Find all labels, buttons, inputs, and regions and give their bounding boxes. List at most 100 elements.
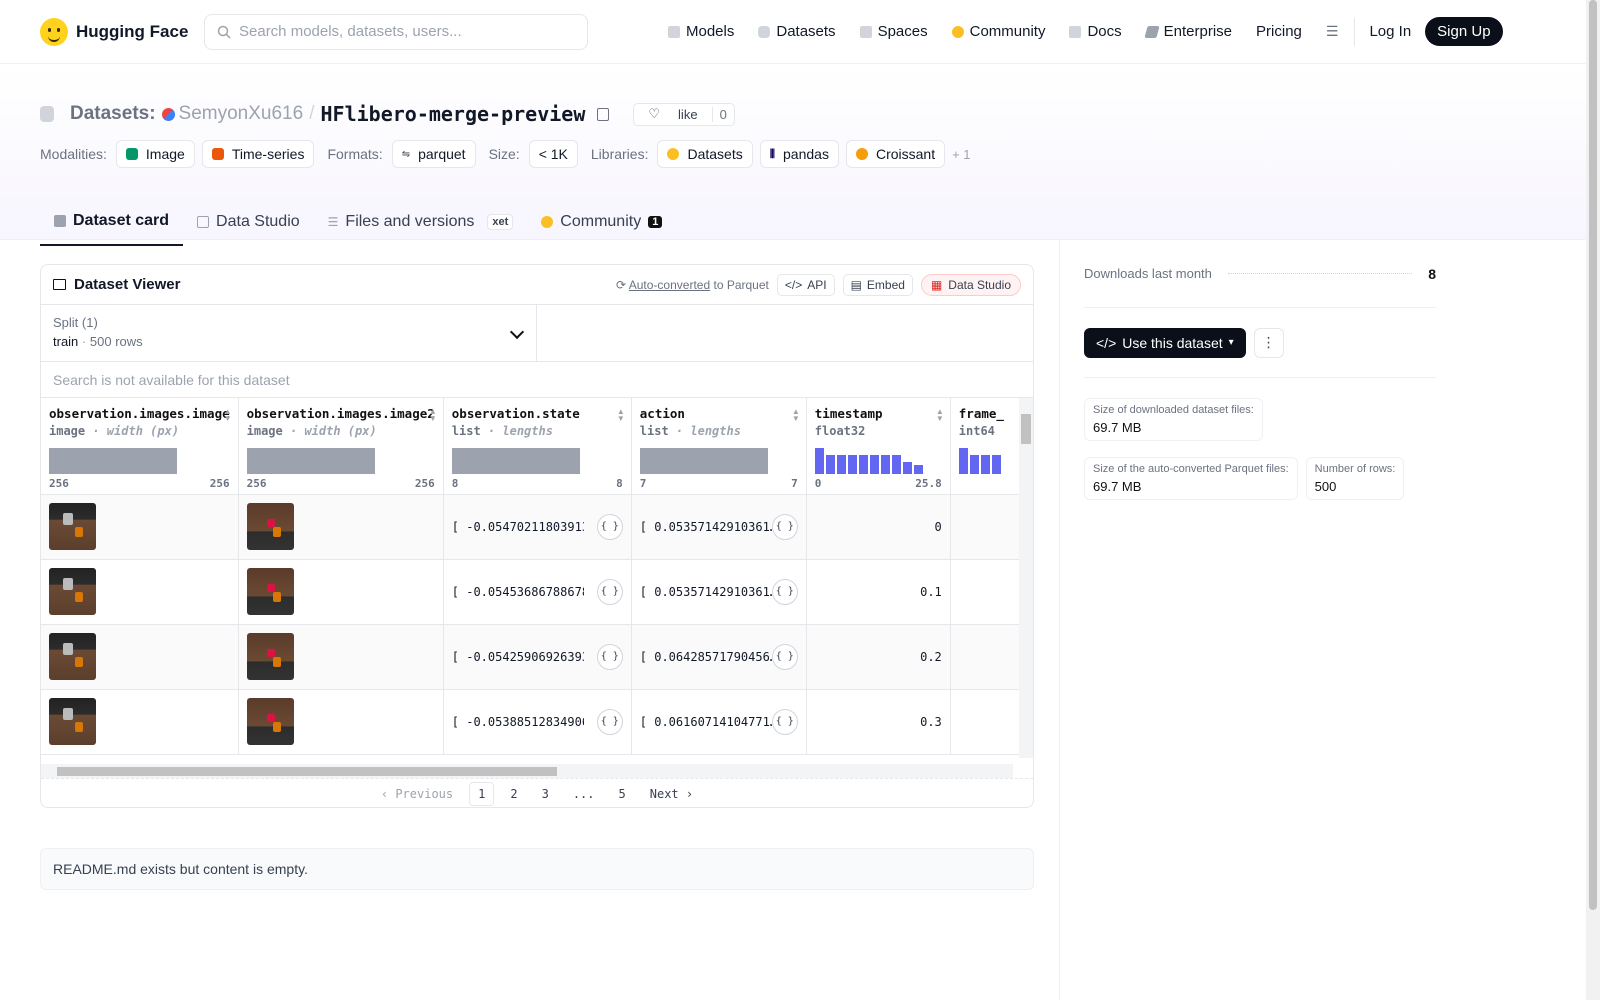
more-tags[interactable]: + 1 [952, 147, 970, 162]
histogram-bar [825, 454, 835, 474]
tag-image[interactable]: Image [115, 140, 195, 168]
tag-croissant[interactable]: Croissant [845, 140, 946, 168]
page-button[interactable]: 3 [534, 783, 557, 805]
tab-dataset-card[interactable]: Dataset card [40, 198, 184, 246]
scrollbar-thumb[interactable] [1021, 414, 1031, 444]
tab-community[interactable]: Community 1 [527, 198, 676, 246]
json-expand-icon[interactable]: { } [771, 643, 798, 670]
hug-icon [951, 25, 964, 38]
page-button[interactable]: 2 [502, 783, 525, 805]
next-page-button[interactable]: Next › [642, 783, 701, 805]
histogram-bar [814, 447, 824, 474]
api-button[interactable]: </> API [776, 273, 835, 296]
nav-docs[interactable]: Docs [1057, 23, 1133, 40]
nav-enterprise[interactable]: Enterprise [1134, 23, 1244, 40]
image-thumbnail[interactable] [49, 568, 96, 615]
building-icon [1144, 25, 1160, 38]
json-expand-icon[interactable]: { } [771, 708, 798, 735]
json-expand-icon[interactable]: { } [596, 643, 623, 670]
table-row[interactable]: [ -0.054259069263935… { } [ 0.06428571790… [41, 624, 1031, 690]
downloads-value: 8 [1428, 265, 1436, 282]
column-header[interactable]: observation.images.image image · width (p… [41, 398, 239, 495]
image-thumbnail[interactable] [246, 633, 294, 680]
json-expand-icon[interactable]: { } [596, 578, 623, 605]
copy-icon[interactable] [597, 107, 610, 121]
histogram-bar [639, 447, 768, 474]
range-min: 256 [49, 476, 69, 490]
sort-icon[interactable]: ▲ ▼ [429, 408, 437, 423]
image-thumbnail[interactable] [49, 633, 96, 680]
histogram-bar [847, 454, 857, 474]
json-expand-icon[interactable]: { } [771, 513, 798, 540]
image-thumbnail[interactable] [49, 503, 96, 550]
repo-name[interactable]: HFlibero-merge-preview [320, 102, 585, 126]
tag-image-label: Image [145, 146, 185, 162]
scrollbar-thumb[interactable] [57, 767, 557, 776]
nav-models[interactable]: Models [656, 23, 746, 40]
size-parquet-label: Size of the auto-converted Parquet files… [1093, 463, 1289, 475]
column-header[interactable]: timestamp float32 ▲ ▼ 0 25.8 [806, 398, 951, 495]
brand[interactable]: Hugging Face [40, 17, 204, 46]
data-studio-button[interactable]: ▦ Data Studio [920, 273, 1021, 296]
histogram-bar [969, 454, 979, 474]
tag-parquet[interactable]: ⇋ parquet [391, 140, 476, 168]
signup-button[interactable]: Sign Up [1425, 17, 1503, 46]
search-input[interactable]: Search models, datasets, users... [204, 13, 588, 50]
sort-icon[interactable]: ▲ ▼ [617, 408, 625, 423]
auto-converted-note[interactable]: ⟳ Auto-converted to Parquet [616, 278, 769, 292]
split-selector[interactable]: Split (1) train · 500 rows [41, 305, 537, 361]
more-options-icon[interactable]: ⋮ [1253, 327, 1284, 358]
horizontal-scrollbar[interactable] [41, 764, 1013, 778]
sort-icon[interactable]: ▲ ▼ [792, 408, 800, 423]
owner-link[interactable]: SemyonXu616 [161, 103, 303, 125]
tab-files[interactable]: ☰ Files and versions xet [314, 198, 528, 246]
section-label[interactable]: Datasets: [70, 103, 156, 125]
table-row[interactable]: [ -0.054536867886781… { } [ 0.05357142910… [41, 559, 1031, 625]
auto-converted-link[interactable]: Auto-converted [629, 278, 710, 292]
size-downloaded-value: 69.7 MB [1093, 420, 1142, 435]
scrollbar-thumb[interactable] [1589, 0, 1597, 910]
nav-pricing[interactable]: Pricing [1244, 23, 1314, 40]
tab-data-studio[interactable]: Data Studio [183, 198, 314, 246]
histogram-bar [869, 454, 879, 474]
vertical-scrollbar[interactable] [1019, 398, 1033, 758]
json-expand-icon[interactable]: { } [596, 708, 623, 735]
image-thumbnail[interactable] [246, 503, 294, 550]
json-expand-icon[interactable]: { } [596, 513, 623, 540]
table-row[interactable]: [ -0.054702118039131… { } [ 0.05357142910… [41, 494, 1031, 560]
range-max: 256 [209, 476, 230, 490]
tag-pandas[interactable]: ⦀ pandas [759, 140, 839, 168]
tag-size[interactable]: < 1K [528, 140, 578, 168]
use-dataset-button[interactable]: </> Use this dataset ▾ [1084, 327, 1246, 358]
histogram-bar [891, 454, 901, 474]
nav-community[interactable]: Community [940, 23, 1058, 40]
like-button[interactable]: ♡ like 0 [633, 102, 735, 126]
page-button[interactable]: 1 [469, 781, 495, 806]
table-row[interactable]: [ -0.053885128349065… { } [ 0.06160714104… [41, 689, 1031, 755]
page-scrollbar[interactable] [1586, 0, 1600, 1000]
menu-icon[interactable]: ☰ [1326, 23, 1339, 40]
nav-datasets[interactable]: Datasets [746, 23, 847, 40]
tag-datasets[interactable]: Datasets [657, 140, 753, 168]
sort-icon[interactable]: ▲ ▼ [224, 408, 232, 423]
nav-spaces[interactable]: Spaces [848, 23, 940, 40]
range-min: 8 [451, 476, 459, 490]
column-subtype: · lengths [487, 424, 553, 438]
embed-button[interactable]: ▤ Embed [842, 273, 913, 296]
tab-community-label: Community [560, 213, 642, 230]
image-thumbnail[interactable] [246, 568, 294, 615]
column-header[interactable]: action list · lengths ▲ ▼ 7 7 [631, 398, 807, 495]
image-thumbnail[interactable] [246, 698, 294, 745]
image-thumbnail[interactable] [49, 698, 96, 745]
viewer-title-text: Dataset Viewer [74, 276, 181, 293]
tag-time-series[interactable]: Time-series [201, 140, 315, 168]
column-subtype: · width (px) [289, 424, 377, 438]
login-link[interactable]: Log In [1369, 23, 1411, 40]
column-header[interactable]: observation.state list · lengths ▲ ▼ 8 8 [443, 398, 632, 495]
page-button[interactable]: 5 [611, 783, 634, 805]
column-header[interactable]: observation.images.image2 image · width (… [238, 398, 444, 495]
json-expand-icon[interactable]: { } [771, 578, 798, 605]
prev-page-button[interactable]: ‹ Previous [373, 783, 461, 805]
tag-time-series-label: Time-series [231, 146, 305, 162]
sort-icon[interactable]: ▲ ▼ [936, 408, 944, 423]
